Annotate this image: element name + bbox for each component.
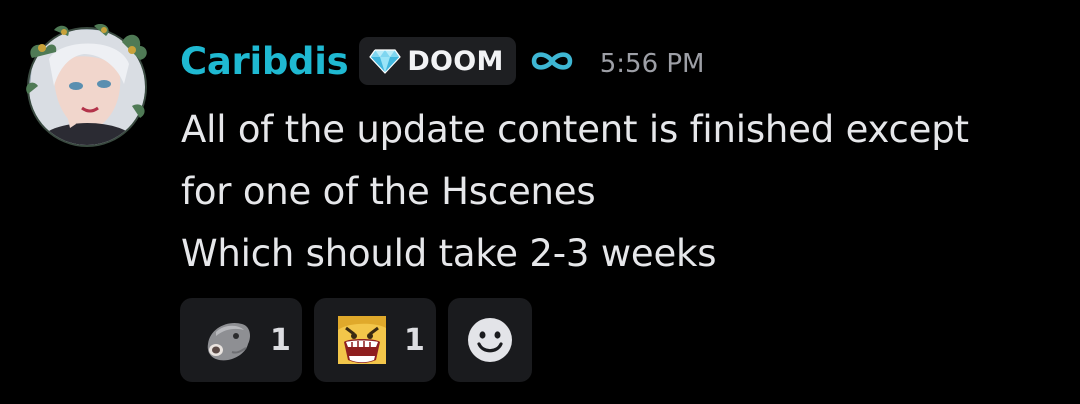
- reaction-bar: 1 1: [180, 298, 532, 382]
- reaction-fish-face[interactable]: 1: [180, 298, 302, 382]
- fish-face-emoji: [207, 322, 250, 361]
- add-reaction-button[interactable]: [448, 298, 532, 382]
- reaction-screaming-face[interactable]: 1: [314, 298, 436, 382]
- clan-tag[interactable]: DOOM: [359, 37, 516, 85]
- diamond-icon: [369, 49, 402, 74]
- message-line: Which should take 2-3 weeks: [181, 232, 717, 275]
- screaming-face-emoji: [338, 316, 386, 364]
- smiley-add-reaction-icon: [468, 318, 512, 362]
- username[interactable]: Caribdis: [180, 40, 349, 83]
- message-line: for one of the Hscenes: [181, 170, 596, 213]
- reaction-count: 1: [270, 322, 291, 358]
- message-timestamp: 5:56 PM: [599, 49, 705, 79]
- infinity-icon[interactable]: [530, 49, 574, 73]
- message-line: All of the update content is finished ex…: [181, 108, 969, 151]
- message-content: All of the update content is finished ex…: [181, 99, 1061, 285]
- clan-tag-label: DOOM: [407, 45, 504, 77]
- user-avatar[interactable]: [24, 24, 150, 150]
- chat-message: Caribdis DOOM 5:56 PM All of the update …: [0, 0, 1080, 404]
- reaction-count: 1: [404, 322, 425, 358]
- message-header: Caribdis DOOM 5:56 PM: [180, 34, 704, 88]
